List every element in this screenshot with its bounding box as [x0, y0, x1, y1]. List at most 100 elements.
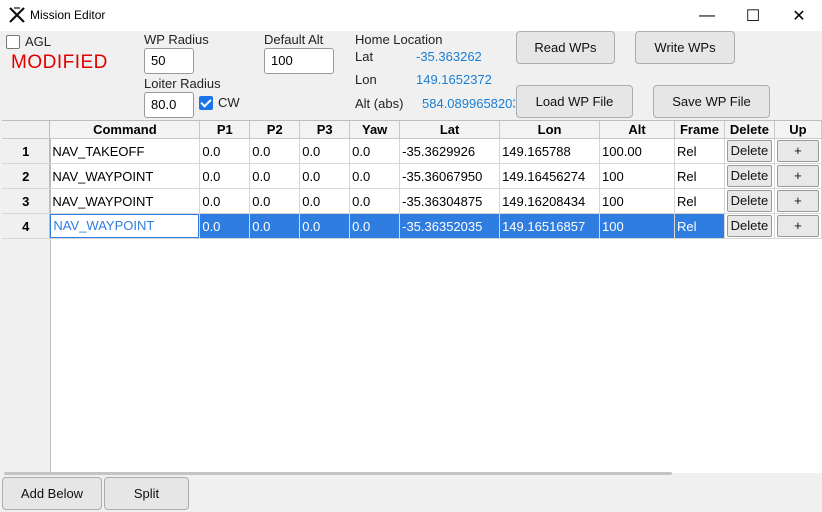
alt-cell[interactable]: 100 [599, 213, 675, 239]
p2-cell[interactable]: 0.0 [249, 138, 301, 164]
delete-row-button[interactable]: Delete [726, 215, 772, 237]
p1-cell[interactable]: 0.0 [199, 138, 251, 164]
yaw-cell[interactable]: 0.0 [349, 213, 401, 239]
col-header-delete[interactable]: Delete [724, 121, 775, 139]
move-up-button[interactable]: + [776, 140, 819, 162]
table-row[interactable]: 2 NAV_WAYPOINT 0.0 0.0 0.0 0.0 -35.36067… [2, 163, 822, 189]
p2-cell[interactable]: 0.0 [249, 163, 301, 189]
table-row[interactable]: 1 NAV_TAKEOFF 0.0 0.0 0.0 0.0 -35.362992… [2, 138, 822, 164]
up-cell: + [774, 138, 822, 164]
horizontal-scrollbar[interactable] [4, 472, 672, 475]
alt-cell[interactable]: 100 [599, 188, 675, 214]
delete-row-button[interactable]: Delete [726, 190, 772, 212]
cw-checkbox[interactable] [199, 96, 213, 110]
col-header-alt[interactable]: Alt [599, 121, 675, 139]
row-number[interactable]: 3 [2, 188, 51, 214]
home-alt-label: Alt (abs) [355, 96, 404, 111]
col-header-command[interactable]: Command [49, 121, 201, 139]
p3-cell[interactable]: 0.0 [299, 213, 351, 239]
alt-cell[interactable]: 100.00 [599, 138, 675, 164]
command-cell[interactable]: NAV_WAYPOINT [49, 163, 201, 189]
p3-cell[interactable]: 0.0 [299, 138, 351, 164]
close-icon: ✕ [792, 7, 806, 25]
app-x-icon [9, 7, 25, 23]
frame-cell[interactable]: Rel [674, 138, 725, 164]
yaw-cell[interactable]: 0.0 [349, 163, 401, 189]
minimize-button[interactable]: — [684, 0, 730, 31]
lat-cell[interactable]: -35.36067950 [399, 163, 501, 189]
up-cell: + [774, 163, 822, 189]
maximize-button[interactable]: ☐ [730, 0, 776, 31]
table-row[interactable]: 3 NAV_WAYPOINT 0.0 0.0 0.0 0.0 -35.36304… [2, 188, 822, 214]
col-header-p3[interactable]: P3 [299, 121, 351, 139]
p2-cell[interactable]: 0.0 [249, 213, 301, 239]
delete-row-button[interactable]: Delete [726, 165, 772, 187]
row-number[interactable]: 2 [2, 163, 51, 189]
home-lon-label: Lon [355, 72, 377, 87]
command-cell[interactable]: NAV_TAKEOFF [49, 138, 201, 164]
p2-cell[interactable]: 0.0 [249, 188, 301, 214]
delete-row-button[interactable]: Delete [726, 140, 772, 162]
command-cell[interactable]: NAV_WAYPOINT [49, 213, 201, 239]
default-alt-label: Default Alt [264, 32, 324, 47]
minimize-icon: — [699, 6, 715, 24]
move-up-button[interactable]: + [776, 215, 819, 237]
move-up-button[interactable]: + [776, 190, 819, 212]
close-button[interactable]: ✕ [776, 0, 822, 31]
table-row-selected[interactable]: 4 NAV_WAYPOINT 0.0 0.0 0.0 0.0 -35.36352… [2, 213, 822, 239]
window-title: Mission Editor [30, 8, 106, 22]
read-wps-button[interactable]: Read WPs [516, 31, 615, 64]
lat-cell[interactable]: -35.36352035 [399, 213, 501, 239]
maximize-icon: ☐ [745, 7, 761, 25]
loiter-radius-input[interactable]: 80.0 [144, 92, 194, 118]
lon-cell[interactable]: 149.165788 [499, 138, 601, 164]
p3-cell[interactable]: 0.0 [299, 188, 351, 214]
p1-cell[interactable]: 0.0 [199, 213, 251, 239]
frame-cell[interactable]: Rel [674, 163, 725, 189]
yaw-cell[interactable]: 0.0 [349, 138, 401, 164]
home-lat-value: -35.363262 [416, 49, 482, 64]
waypoint-grid: Command P1 P2 P3 Yaw Lat Lon Alt Frame D… [2, 121, 822, 239]
col-header-up[interactable]: Up [774, 121, 822, 139]
delete-cell: Delete [724, 213, 775, 239]
move-up-button[interactable]: + [776, 165, 819, 187]
lon-cell[interactable]: 149.16456274 [499, 163, 601, 189]
wp-radius-input[interactable]: 50 [144, 48, 194, 74]
col-header-p1[interactable]: P1 [199, 121, 251, 139]
row-number[interactable]: 1 [2, 138, 51, 164]
write-wps-button[interactable]: Write WPs [635, 31, 735, 64]
command-cell[interactable]: NAV_WAYPOINT [49, 188, 201, 214]
frame-cell[interactable]: Rel [674, 188, 725, 214]
lat-cell[interactable]: -35.3629926 [399, 138, 501, 164]
col-header-lon[interactable]: Lon [499, 121, 601, 139]
lat-cell[interactable]: -35.36304875 [399, 188, 501, 214]
up-cell: + [774, 188, 822, 214]
corner-cell [2, 121, 51, 139]
delete-cell: Delete [724, 138, 775, 164]
alt-cell[interactable]: 100 [599, 163, 675, 189]
col-header-lat[interactable]: Lat [399, 121, 501, 139]
command-editor[interactable]: NAV_WAYPOINT [50, 214, 199, 238]
col-header-frame[interactable]: Frame [674, 121, 725, 139]
agl-label: AGL [25, 34, 52, 49]
frame-cell[interactable]: Rel [674, 213, 725, 239]
lon-cell[interactable]: 149.16208434 [499, 188, 601, 214]
agl-checkbox[interactable] [6, 35, 20, 49]
save-wp-file-button[interactable]: Save WP File [653, 85, 770, 118]
row-number[interactable]: 4 [2, 213, 51, 239]
col-header-yaw[interactable]: Yaw [349, 121, 401, 139]
home-alt-value: 584.0899658203 [422, 96, 515, 111]
up-cell: + [774, 213, 822, 239]
add-below-button[interactable]: Add Below [2, 477, 102, 510]
split-button[interactable]: Split [104, 477, 189, 510]
default-alt-input[interactable]: 100 [264, 48, 334, 74]
lon-cell[interactable]: 149.16516857 [499, 213, 601, 239]
col-header-p2[interactable]: P2 [249, 121, 301, 139]
p1-cell[interactable]: 0.0 [199, 163, 251, 189]
home-lat-label: Lat [355, 49, 374, 64]
load-wp-file-button[interactable]: Load WP File [516, 85, 633, 118]
p1-cell[interactable]: 0.0 [199, 188, 251, 214]
home-location-title: Home Location [355, 32, 443, 47]
yaw-cell[interactable]: 0.0 [349, 188, 401, 214]
p3-cell[interactable]: 0.0 [299, 163, 351, 189]
